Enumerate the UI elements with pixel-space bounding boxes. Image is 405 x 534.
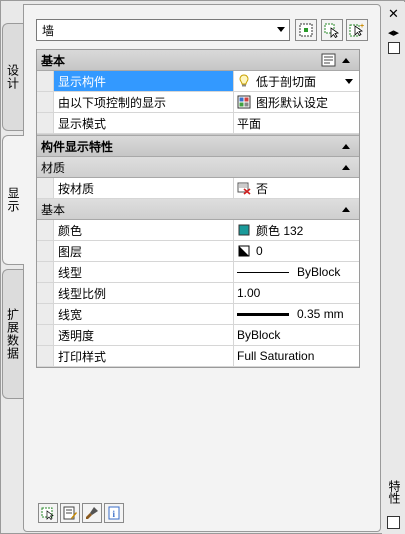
layer-icon bbox=[238, 245, 250, 257]
property-value-cell[interactable]: 图形默认设定 bbox=[234, 92, 359, 112]
property-name: 线宽 bbox=[37, 304, 234, 324]
lightbulb-icon bbox=[239, 74, 249, 87]
property-grid: 基本 显示构件 低于剖切面 由以下项控制的显示 图形默认设定 显示模式 平面 构… bbox=[36, 49, 360, 368]
info-icon: i bbox=[108, 506, 120, 520]
subcategory-material-label: 材质 bbox=[41, 160, 66, 175]
display-manager-icon bbox=[237, 95, 251, 109]
properties-panel: 墙 + 基本 显示构件 低于剖切面 由以下项控制的显示 图形默认设定 显示模式 … bbox=[23, 4, 381, 532]
property-value: 图形默认设定 bbox=[256, 95, 329, 110]
property-row-linetype[interactable]: 线型 ByBlock bbox=[37, 262, 359, 283]
svg-text:+: + bbox=[360, 23, 364, 30]
add-selection-button[interactable] bbox=[38, 503, 58, 523]
property-name: 图层 bbox=[37, 241, 234, 261]
property-row-by-material[interactable]: 按材质 否 bbox=[37, 178, 359, 199]
subcategory-material[interactable]: 材质 bbox=[37, 157, 359, 178]
property-value-cell[interactable]: 1.00 bbox=[234, 283, 359, 303]
property-row-layer[interactable]: 图层 0 bbox=[37, 241, 359, 262]
properties-list-icon[interactable] bbox=[321, 53, 337, 67]
property-value-cell[interactable]: 0.35 mm bbox=[234, 304, 359, 324]
property-row-lineweight[interactable]: 线宽 0.35 mm bbox=[37, 304, 359, 325]
tab-extended-data[interactable]: 扩展数据 bbox=[2, 269, 23, 399]
collapse-icon[interactable] bbox=[342, 58, 350, 63]
property-value: 平面 bbox=[237, 116, 262, 131]
collapse-icon[interactable] bbox=[342, 165, 350, 170]
properties-palette-icon[interactable] bbox=[387, 516, 400, 529]
chevron-down-icon[interactable] bbox=[345, 79, 353, 84]
property-value: 否 bbox=[256, 181, 269, 196]
tab-display-label: 显示 bbox=[6, 187, 20, 213]
property-row-display-controlled-by[interactable]: 由以下项控制的显示 图形默认设定 bbox=[37, 92, 359, 113]
property-value: 低于剖切面 bbox=[256, 74, 317, 89]
select-objects-icon bbox=[324, 23, 340, 38]
object-type-value: 墙 bbox=[42, 23, 55, 38]
match-properties-button[interactable] bbox=[82, 503, 102, 523]
tab-extended-data-label: 扩展数据 bbox=[5, 308, 20, 360]
category-basic[interactable]: 基本 bbox=[37, 50, 359, 71]
material-no-icon bbox=[237, 182, 251, 195]
collapse-icon[interactable] bbox=[342, 207, 350, 212]
color-swatch-icon bbox=[238, 224, 250, 236]
property-value: 0.35 mm bbox=[297, 307, 344, 321]
property-value: ByBlock bbox=[297, 265, 341, 279]
property-value: ByBlock bbox=[237, 328, 281, 342]
property-value-cell[interactable]: ByBlock bbox=[234, 262, 359, 282]
category-basic-label: 基本 bbox=[41, 53, 66, 68]
quick-select-button[interactable] bbox=[295, 19, 317, 41]
add-selection-icon bbox=[41, 507, 54, 520]
category-component-display-props-label: 构件显示特性 bbox=[41, 139, 114, 154]
toggle-pickadd-button[interactable]: + bbox=[346, 19, 368, 41]
property-value-dropdown[interactable]: 低于剖切面 bbox=[234, 71, 359, 91]
property-name: 打印样式 bbox=[37, 346, 234, 366]
properties-palette: 设计 显示 扩展数据 墙 + 基本 显示构件 低于剖切面 由以下项控制的显示 图… bbox=[0, 0, 405, 534]
property-value-cell[interactable]: 0 bbox=[234, 241, 359, 261]
subcategory-basic[interactable]: 基本 bbox=[37, 199, 359, 220]
property-name: 显示构件 bbox=[37, 71, 234, 91]
property-row-display-component[interactable]: 显示构件 低于剖切面 bbox=[37, 71, 359, 92]
property-name: 按材质 bbox=[37, 178, 234, 198]
property-value-cell[interactable]: ByBlock bbox=[234, 325, 359, 345]
property-value-cell[interactable]: Full Saturation bbox=[234, 346, 359, 366]
property-value-cell[interactable]: 平面 bbox=[234, 113, 359, 133]
edit-properties-button[interactable] bbox=[60, 503, 80, 523]
quick-select-icon bbox=[299, 23, 313, 37]
linetype-preview bbox=[237, 271, 289, 273]
property-row-transparency[interactable]: 透明度 ByBlock bbox=[37, 325, 359, 346]
property-name: 线型比例 bbox=[37, 283, 234, 303]
subcategory-basic-label: 基本 bbox=[41, 202, 66, 217]
edit-properties-icon bbox=[63, 506, 77, 520]
property-value: 颜色 132 bbox=[256, 223, 304, 238]
property-row-color[interactable]: 颜色 颜色 132 bbox=[37, 220, 359, 241]
property-value-cell[interactable]: 颜色 132 bbox=[234, 220, 359, 240]
property-name: 由以下项控制的显示 bbox=[37, 92, 234, 112]
property-value-cell[interactable]: 否 bbox=[234, 178, 359, 198]
toggle-pickadd-icon: + bbox=[349, 23, 364, 37]
paintbrush-icon bbox=[86, 507, 98, 519]
bottom-toolbar: i bbox=[38, 503, 124, 523]
auto-hide-icon[interactable]: ◂▸ bbox=[388, 26, 399, 39]
tab-design[interactable]: 设计 bbox=[2, 23, 23, 131]
object-type-dropdown[interactable]: 墙 bbox=[36, 19, 290, 41]
palette-menu-icon[interactable] bbox=[388, 42, 400, 54]
property-row-plot-style[interactable]: 打印样式 Full Saturation bbox=[37, 346, 359, 367]
palette-title: 特性 bbox=[387, 480, 401, 504]
select-objects-button[interactable] bbox=[321, 19, 343, 41]
property-value: 0 bbox=[256, 244, 263, 258]
close-icon[interactable]: ✕ bbox=[388, 6, 399, 22]
property-name: 颜色 bbox=[37, 220, 234, 240]
category-component-display-props[interactable]: 构件显示特性 bbox=[37, 136, 359, 157]
property-value: Full Saturation bbox=[237, 349, 315, 363]
info-button[interactable]: i bbox=[104, 503, 124, 523]
palette-title-bar: ✕ ◂▸ 特性 bbox=[382, 2, 405, 534]
tab-display[interactable]: 显示 bbox=[2, 135, 24, 265]
property-name: 显示模式 bbox=[37, 113, 234, 133]
property-name: 透明度 bbox=[37, 325, 234, 345]
property-row-display-mode[interactable]: 显示模式 平面 bbox=[37, 113, 359, 134]
property-row-linetype-scale[interactable]: 线型比例 1.00 bbox=[37, 283, 359, 304]
chevron-down-icon bbox=[277, 27, 285, 32]
collapse-icon[interactable] bbox=[342, 144, 350, 149]
property-name: 线型 bbox=[37, 262, 234, 282]
property-value: 1.00 bbox=[237, 286, 261, 300]
tab-design-label: 设计 bbox=[5, 64, 20, 90]
lineweight-preview bbox=[237, 312, 289, 316]
